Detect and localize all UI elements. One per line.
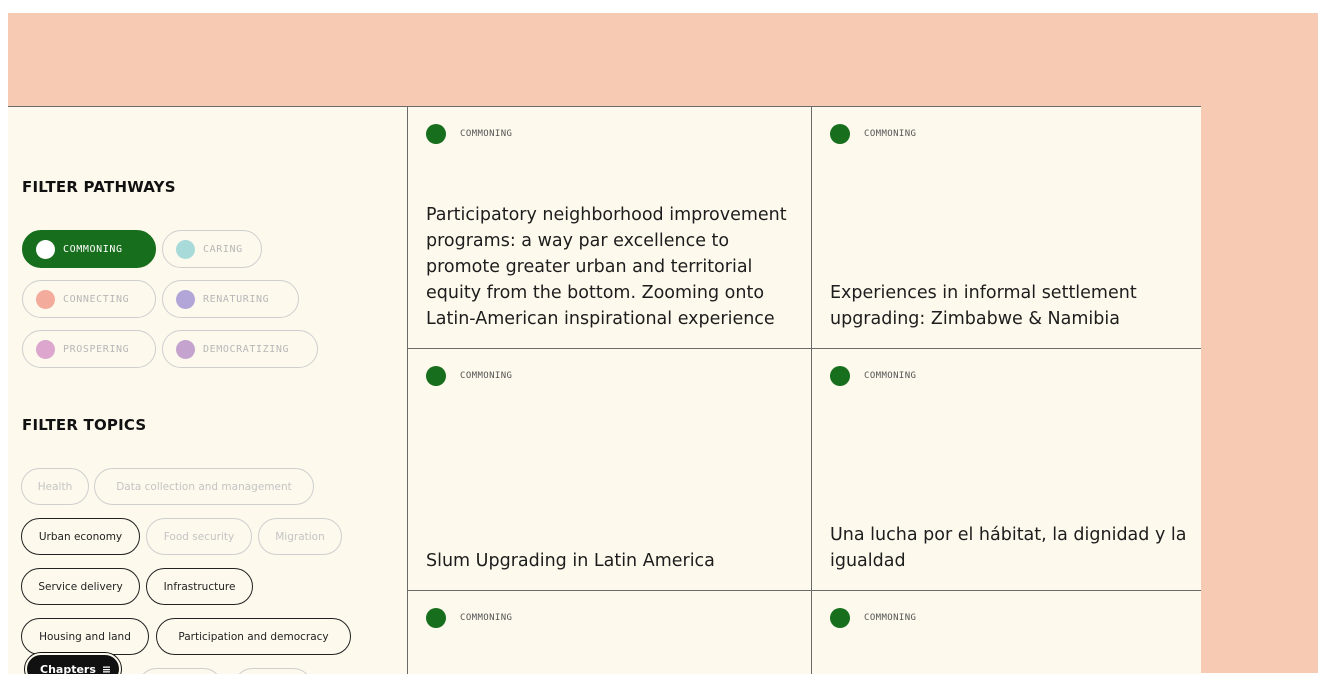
commoning-dot-icon — [830, 366, 850, 386]
article-card[interactable]: COMMONING Slum Upgrading in Latin Americ… — [408, 349, 811, 590]
topic-food-security-button[interactable]: Food security — [146, 518, 252, 555]
card-title: Una lucha por el hábitat, la dignidad y … — [830, 522, 1188, 574]
pathway-label: COMMONING — [63, 244, 123, 255]
article-card[interactable]: COMMONING Experiences in informal settle… — [812, 107, 1201, 348]
commoning-dot-icon — [830, 124, 850, 144]
card-title: Experiences in informal settlement upgra… — [830, 280, 1188, 332]
topic-data-collection-button[interactable]: Data collection and management — [94, 468, 314, 505]
card-tag-label: COMMONING — [460, 371, 512, 381]
card-tag-label: COMMONING — [864, 371, 916, 381]
pathway-label: DEMOCRATIZING — [203, 344, 289, 355]
article-card[interactable]: COMMONING Participatory neighborhood imp… — [408, 107, 811, 348]
democratizing-dot-icon — [176, 340, 195, 359]
card-tag: COMMONING — [830, 608, 916, 628]
caring-dot-icon — [176, 240, 195, 259]
pathway-democratizing-button[interactable]: DEMOCRATIZING — [162, 330, 318, 368]
commoning-dot-icon — [36, 240, 55, 259]
filter-sidebar: FILTER PATHWAYS COMMONING CARING CONNECT… — [8, 107, 407, 674]
filter-pathways-heading: FILTER PATHWAYS — [22, 178, 176, 196]
card-title: Participatory neighborhood improvement p… — [426, 202, 797, 332]
pathway-renaturing-button[interactable]: RENATURING — [162, 280, 299, 318]
topic-service-delivery-button[interactable]: Service delivery — [21, 568, 140, 605]
menu-icon: ≡ — [102, 663, 111, 674]
chapters-button[interactable]: Chapters ≡ — [25, 653, 121, 674]
pathway-label: PROSPERING — [63, 344, 129, 355]
commoning-dot-icon — [426, 124, 446, 144]
topic-housing-land-button[interactable]: Housing and land — [21, 618, 149, 655]
card-tag-label: COMMONING — [460, 613, 512, 623]
cards-grid: COMMONING Participatory neighborhood imp… — [407, 107, 1201, 674]
card-tag: COMMONING — [830, 366, 916, 386]
main-panel: FILTER PATHWAYS COMMONING CARING CONNECT… — [8, 106, 1201, 674]
article-card[interactable]: COMMONING — [812, 591, 1201, 674]
connecting-dot-icon — [36, 290, 55, 309]
card-tag-label: COMMONING — [864, 613, 916, 623]
prospering-dot-icon — [36, 340, 55, 359]
topic-partial-button[interactable] — [138, 668, 222, 674]
card-tag: COMMONING — [426, 608, 512, 628]
card-title: Slum Upgrading in Latin America — [426, 548, 797, 574]
pathway-commoning-button[interactable]: COMMONING — [22, 230, 156, 268]
pathway-label: RENATURING — [203, 294, 269, 305]
topic-partial-button[interactable] — [234, 668, 312, 674]
topic-health-button[interactable]: Health — [21, 468, 89, 505]
card-tag-label: COMMONING — [460, 129, 512, 139]
article-card[interactable]: COMMONING Una lucha por el hábitat, la d… — [812, 349, 1201, 590]
topic-infrastructure-button[interactable]: Infrastructure — [146, 568, 253, 605]
article-card[interactable]: COMMONING — [408, 591, 811, 674]
commoning-dot-icon — [426, 608, 446, 628]
topic-participation-democracy-button[interactable]: Participation and democracy — [156, 618, 351, 655]
card-tag: COMMONING — [426, 124, 512, 144]
filter-topics-heading: FILTER TOPICS — [22, 416, 146, 434]
card-tag: COMMONING — [830, 124, 916, 144]
pathway-caring-button[interactable]: CARING — [162, 230, 262, 268]
card-tag: COMMONING — [426, 366, 512, 386]
topic-urban-economy-button[interactable]: Urban economy — [21, 518, 140, 555]
topic-migration-button[interactable]: Migration — [258, 518, 342, 555]
chapters-label: Chapters — [40, 663, 96, 674]
commoning-dot-icon — [426, 366, 446, 386]
pathway-label: CONNECTING — [63, 294, 129, 305]
commoning-dot-icon — [830, 608, 850, 628]
pathway-label: CARING — [203, 244, 243, 255]
pathway-prospering-button[interactable]: PROSPERING — [22, 330, 156, 368]
renaturing-dot-icon — [176, 290, 195, 309]
pathway-connecting-button[interactable]: CONNECTING — [22, 280, 156, 318]
card-tag-label: COMMONING — [864, 129, 916, 139]
